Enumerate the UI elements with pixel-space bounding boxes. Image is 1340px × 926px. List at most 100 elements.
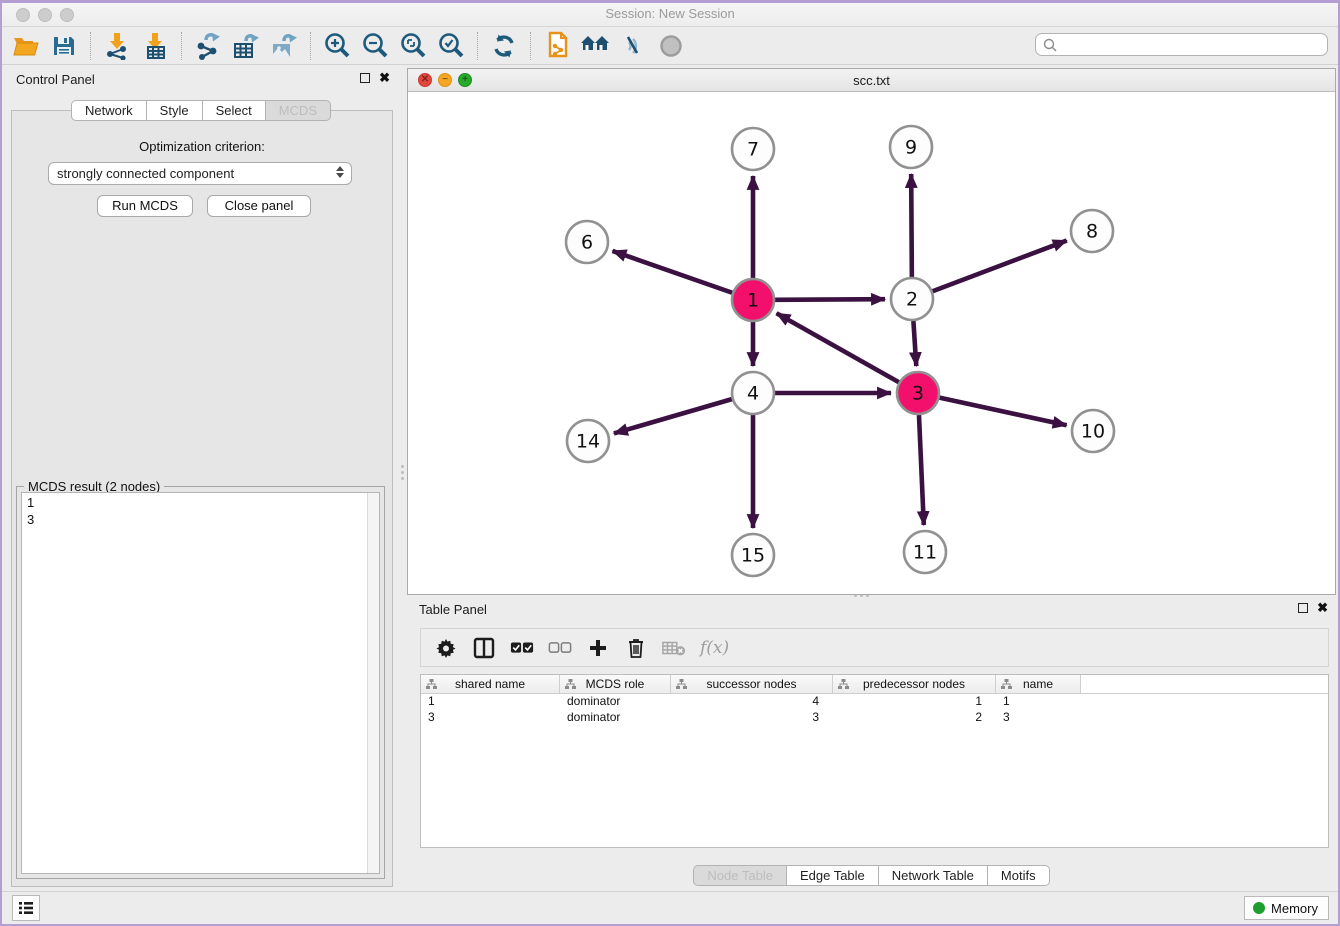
graph-node-10[interactable]: 10 xyxy=(1072,410,1114,452)
column-header-MCDS-role[interactable]: MCDS role xyxy=(560,675,671,693)
delete-column-icon[interactable] xyxy=(624,636,648,660)
graph-edge-3-10[interactable] xyxy=(939,398,1066,426)
toolbar-separator xyxy=(477,32,478,60)
graph-edge-1-2[interactable] xyxy=(775,299,885,300)
column-header-label: shared name xyxy=(455,677,525,691)
graph-node-7[interactable]: 7 xyxy=(732,128,774,170)
import-table-icon[interactable] xyxy=(138,29,172,63)
close-table-panel-icon[interactable]: ✖ xyxy=(1317,603,1328,613)
graph-edge-2-8[interactable] xyxy=(933,241,1067,292)
result-scrollbar[interactable] xyxy=(367,493,379,873)
toolbar-separator xyxy=(90,32,91,60)
graph-node-11[interactable]: 11 xyxy=(904,531,946,573)
export-table-icon[interactable] xyxy=(229,29,263,63)
table-cell[interactable]: 3 xyxy=(671,710,833,726)
column-header-label: predecessor nodes xyxy=(863,677,965,691)
tab-edge-table[interactable]: Edge Table xyxy=(787,865,879,886)
search-box[interactable] xyxy=(1035,33,1328,56)
table-cell[interactable]: 1 xyxy=(421,694,560,710)
table-cell[interactable]: 3 xyxy=(996,710,1081,726)
float-table-panel-icon[interactable] xyxy=(1298,603,1308,613)
list-icon xyxy=(18,901,34,915)
table-row[interactable]: 3dominator323 xyxy=(421,710,1328,726)
network-canvas[interactable]: 7 9 6 8 1 2 4 3 14 10 15 11 xyxy=(408,92,1335,594)
zoom-out-icon[interactable] xyxy=(358,29,392,63)
save-session-icon[interactable] xyxy=(47,29,81,63)
tab-network-table[interactable]: Network Table xyxy=(879,865,988,886)
table-cell[interactable]: 1 xyxy=(833,694,996,710)
select-all-columns-icon[interactable] xyxy=(510,636,534,660)
optimization-dropdown[interactable]: strongly connected component xyxy=(48,162,352,185)
graph-edge-1-6[interactable] xyxy=(612,251,732,293)
tab-motifs[interactable]: Motifs xyxy=(988,865,1050,886)
zoom-in-icon[interactable] xyxy=(320,29,354,63)
delete-table-icon-disabled xyxy=(662,636,686,660)
float-panel-icon[interactable] xyxy=(360,73,370,83)
column-header-shared-name[interactable]: shared name xyxy=(421,675,560,693)
vertical-splitter-handle[interactable] xyxy=(399,465,405,487)
table-panel-title: Table Panel xyxy=(419,602,487,617)
network-view-window: ✕ − + scc.txt 7 9 6 8 1 2 4 3 14 10 15 11 xyxy=(407,68,1336,595)
export-image-icon[interactable] xyxy=(267,29,301,63)
open-session-icon[interactable] xyxy=(9,29,43,63)
graph-edge-2-9[interactable] xyxy=(911,174,912,277)
graph-edge-4-14[interactable] xyxy=(614,399,732,433)
dropdown-stepper-icon xyxy=(336,166,344,178)
table-cell[interactable]: 4 xyxy=(671,694,833,710)
close-panel-button[interactable]: Close panel xyxy=(207,195,311,217)
task-history-button[interactable] xyxy=(12,895,40,921)
graph-node-15[interactable]: 15 xyxy=(732,534,774,576)
network-window-titlebar[interactable]: ✕ − + scc.txt xyxy=(408,69,1335,92)
graph-edge-3-11[interactable] xyxy=(919,415,924,525)
graph-node-label: 6 xyxy=(581,232,593,254)
function-builder-icon: f(x) xyxy=(700,638,729,658)
graph-node-3[interactable]: 3 xyxy=(897,372,939,414)
close-panel-icon[interactable]: ✖ xyxy=(379,73,390,83)
new-network-from-file-icon[interactable] xyxy=(540,29,574,63)
graph-node-label: 10 xyxy=(1081,421,1105,443)
export-network-icon[interactable] xyxy=(191,29,225,63)
graph-node-6[interactable]: 6 xyxy=(566,221,608,263)
graph-node-8[interactable]: 8 xyxy=(1071,210,1113,252)
graph-node-14[interactable]: 14 xyxy=(567,420,609,462)
split-panel-icon[interactable] xyxy=(472,636,496,660)
toolbar-separator xyxy=(181,32,182,60)
search-input[interactable] xyxy=(1058,34,1327,55)
column-header-predecessor-nodes[interactable]: predecessor nodes xyxy=(833,675,996,693)
table-cell[interactable]: 1 xyxy=(996,694,1081,710)
tab-node-table[interactable]: Node Table xyxy=(693,865,787,886)
mcds-result-textarea[interactable]: 1 3 xyxy=(21,492,380,874)
zoom-fit-icon[interactable] xyxy=(396,29,430,63)
graph-node-4[interactable]: 4 xyxy=(732,372,774,414)
table-cell[interactable]: 3 xyxy=(421,710,560,726)
graph-node-9[interactable]: 9 xyxy=(890,126,932,168)
table-row[interactable]: 1dominator411 xyxy=(421,694,1328,710)
graph-node-label: 8 xyxy=(1086,221,1098,243)
tab-select[interactable]: Select xyxy=(203,100,266,121)
column-header-name[interactable]: name xyxy=(996,675,1081,693)
import-network-icon[interactable] xyxy=(100,29,134,63)
table-cell[interactable]: 2 xyxy=(833,710,996,726)
table-cell[interactable]: dominator xyxy=(560,710,671,726)
zoom-selected-icon[interactable] xyxy=(434,29,468,63)
refresh-layout-icon[interactable] xyxy=(487,29,521,63)
tab-network[interactable]: Network xyxy=(71,100,147,121)
table-cell[interactable]: dominator xyxy=(560,694,671,710)
graph-node-2[interactable]: 2 xyxy=(891,278,933,320)
column-header-successor-nodes[interactable]: successor nodes xyxy=(671,675,833,693)
graph-edge-2-3[interactable] xyxy=(913,321,916,366)
memory-button[interactable]: Memory xyxy=(1244,896,1329,920)
tab-mcds[interactable]: MCDS xyxy=(266,100,331,121)
network-graph[interactable]: 7 9 6 8 1 2 4 3 14 10 15 11 xyxy=(408,92,1335,594)
add-column-icon[interactable] xyxy=(586,636,610,660)
mcds-panel: Optimization criterion: strongly connect… xyxy=(11,110,393,887)
run-mcds-button[interactable]: Run MCDS xyxy=(97,195,193,217)
tab-style[interactable]: Style xyxy=(147,100,203,121)
graph-edge-3-1[interactable] xyxy=(777,313,899,382)
hide-waves-icon[interactable] xyxy=(616,29,650,63)
gear-icon[interactable] xyxy=(434,636,458,660)
home-icon[interactable] xyxy=(578,29,612,63)
deselect-all-columns-icon[interactable] xyxy=(548,636,572,660)
graph-node-1[interactable]: 1 xyxy=(732,279,774,321)
node-table[interactable]: shared name MCDS rolesuccessor nodes prede… xyxy=(420,674,1329,848)
